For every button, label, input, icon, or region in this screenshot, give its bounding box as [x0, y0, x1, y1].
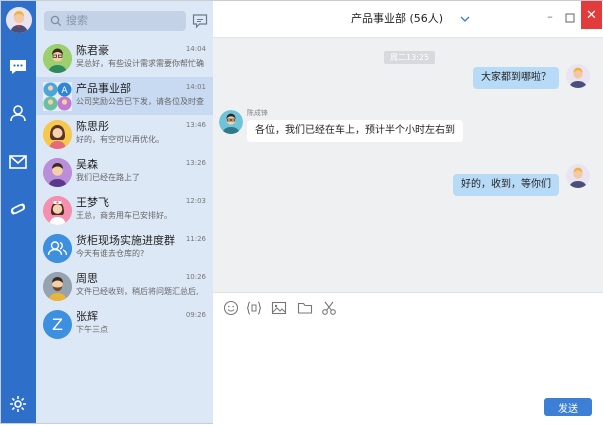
- conversation-item[interactable]: Z 张辉 09:26 下午三点: [36, 305, 213, 343]
- conversation-name: 货柜现场实施进度群: [76, 234, 175, 247]
- link-icon[interactable]: [5, 196, 31, 222]
- conversation-time: 11:26: [185, 235, 206, 243]
- conversation-item[interactable]: 陈思彤 13:46 好的，有空可以再优化。: [36, 115, 213, 153]
- sender-avatar: [219, 110, 243, 134]
- close-button[interactable]: ✕: [581, 1, 602, 29]
- new-chat-icon[interactable]: [192, 13, 208, 29]
- avatar: [43, 272, 72, 301]
- conversation-name: 张辉: [76, 310, 98, 323]
- settings-icon[interactable]: [5, 391, 31, 417]
- conversation-time: 09:26: [185, 311, 206, 319]
- conversation-name: 产品事业部: [76, 82, 131, 95]
- group-icon: [43, 234, 72, 263]
- message-bubble-out: 大家都到哪啦？: [473, 67, 559, 89]
- maximize-button[interactable]: [563, 11, 577, 25]
- message-area: 周二13:25 大家都到哪啦？ 陈成锋 各位，我们已经在车上，预计半个小时左右到…: [213, 38, 603, 292]
- avatar: [43, 158, 72, 187]
- group-avatar: A: [43, 82, 72, 111]
- conversation-preview: 王总，商务用车已安排好。: [76, 211, 172, 220]
- avatar: [43, 120, 72, 149]
- search-box[interactable]: 搜索: [44, 11, 186, 31]
- conversation-preview: 我们已经在路上了: [76, 173, 140, 182]
- conversation-preview: 好的，有空可以再优化。: [76, 135, 164, 144]
- message-bubble-in: 各位，我们已经在车上，预计半个小时左右到: [247, 120, 463, 142]
- emoji-icon[interactable]: [223, 300, 239, 316]
- conversation-time: 14:04: [185, 45, 206, 53]
- avatar: [43, 44, 72, 73]
- user-avatar[interactable]: [6, 7, 32, 33]
- conversation-time: 10:26: [185, 273, 206, 281]
- mail-icon[interactable]: [5, 149, 31, 175]
- conversation-name: 陈君豪: [76, 44, 109, 57]
- app-window: 搜索 陈君豪 14:04 吴总好，有些设计需求需要你帮忙确 A 产品事业部 14…: [0, 0, 603, 426]
- conversation-time: 13:46: [185, 121, 206, 129]
- conversation-name: 周思: [76, 272, 98, 285]
- avatar: Z: [43, 310, 72, 339]
- conversation-name: 吴森: [76, 158, 98, 171]
- nav-rail: [1, 1, 36, 423]
- avatar: [43, 196, 72, 225]
- conversation-item[interactable]: 王梦飞 12:03 王总，商务用车已安排好。: [36, 191, 213, 229]
- code-icon[interactable]: [246, 300, 262, 316]
- avatar-letter: Z: [52, 315, 63, 334]
- conversation-name: 王梦飞: [76, 196, 109, 209]
- message-bubble-out: 好的，收到，等你们: [453, 174, 559, 196]
- conversation-time: 12:03: [185, 197, 206, 205]
- sender-name: 陈成锋: [247, 109, 268, 117]
- conversation-time: 14:01: [185, 83, 206, 91]
- search-placeholder: 搜索: [66, 14, 88, 27]
- scissors-icon[interactable]: [321, 300, 337, 316]
- my-avatar: [566, 64, 590, 88]
- conversation-item[interactable]: 吴森 13:26 我们已经在路上了: [36, 153, 213, 191]
- conversation-name: 陈思彤: [76, 120, 109, 133]
- conversation-preview: 下午三点: [76, 325, 108, 334]
- svg-text:A: A: [61, 86, 68, 96]
- chat-header: 产品事业部 (56人) – ✕: [213, 1, 603, 38]
- conversation-item-active[interactable]: A 产品事业部 14:01 公司奖励公告已下发，请各位及时查: [36, 77, 213, 115]
- conversation-item[interactable]: 周思 10:26 文件已经收到，稍后将问题汇总后,: [36, 267, 213, 305]
- conversation-list: 陈君豪 14:04 吴总好，有些设计需求需要你帮忙确 A 产品事业部 14:01…: [36, 39, 213, 343]
- time-divider: 周二13:25: [384, 51, 436, 64]
- conversation-item[interactable]: 货柜现场实施进度群 11:26 今天有谁去仓库的?: [36, 229, 213, 267]
- send-button[interactable]: 发送: [544, 398, 592, 416]
- conversation-preview: 吴总好，有些设计需求需要你帮忙确: [76, 59, 204, 68]
- message-composer[interactable]: 发送: [213, 292, 603, 426]
- conversation-preview: 文件已经收到，稍后将问题汇总后,: [76, 287, 199, 296]
- conversation-preview: 公司奖励公告已下发，请各位及时查: [76, 97, 204, 106]
- chat-panel: 产品事业部 (56人) – ✕ 周二13:25 大家都到哪啦？ 陈成锋 各位，我…: [213, 1, 603, 426]
- chevron-down-icon[interactable]: [460, 15, 470, 23]
- chat-title: 产品事业部 (56人): [351, 12, 444, 25]
- search-icon: [50, 15, 62, 27]
- folder-icon[interactable]: [297, 300, 313, 316]
- chat-icon[interactable]: [5, 54, 31, 80]
- conversation-list-panel: 搜索 陈君豪 14:04 吴总好，有些设计需求需要你帮忙确 A 产品事业部 14…: [36, 1, 213, 423]
- close-icon: ✕: [586, 7, 597, 23]
- image-icon[interactable]: [271, 300, 287, 316]
- conversation-item[interactable]: 陈君豪 14:04 吴总好，有些设计需求需要你帮忙确: [36, 39, 213, 77]
- contacts-icon[interactable]: [5, 100, 31, 126]
- my-avatar: [566, 164, 590, 188]
- conversation-preview: 今天有谁去仓库的?: [76, 249, 145, 258]
- conversation-time: 13:26: [185, 159, 206, 167]
- minimize-button[interactable]: –: [543, 11, 557, 25]
